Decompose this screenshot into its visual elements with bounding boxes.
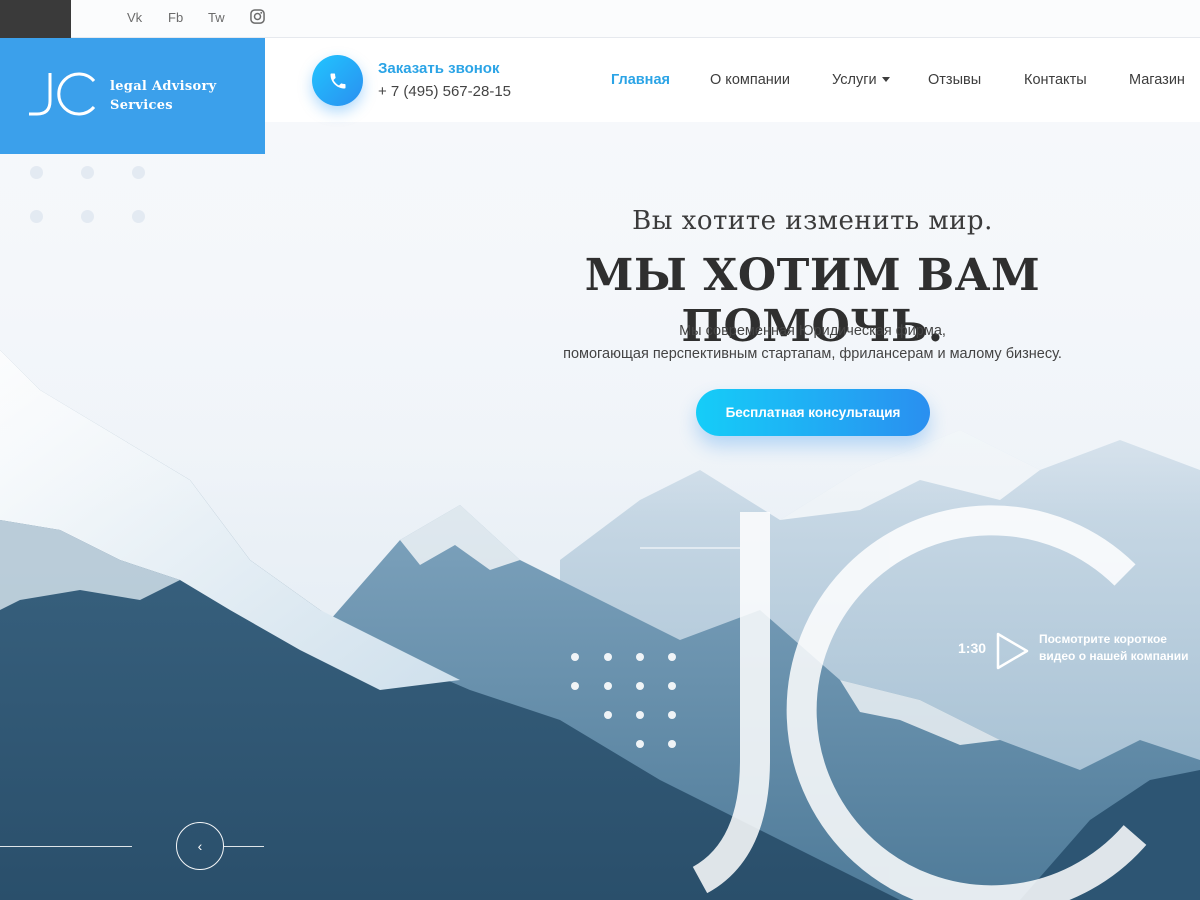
hero-description: Мы современная Юридическая фирма, помога… (500, 320, 1125, 366)
video-duration: 1:30 (958, 640, 987, 656)
chevron-left-icon: ‹ (197, 838, 203, 854)
nav-item-home[interactable]: Главная (611, 72, 670, 88)
social-fb-link[interactable]: Fb (168, 0, 183, 38)
video-caption-line1: Посмотрите короткое (1039, 632, 1167, 646)
nav-item-contacts[interactable]: Контакты (1024, 72, 1087, 88)
logo-text: legal Advisory Services (110, 77, 260, 115)
social-tw-link[interactable]: Tw (208, 0, 225, 38)
hero-subtitle: Вы хотите изменить мир. (632, 206, 993, 236)
slider-prev-button[interactable]: ‹ (176, 822, 224, 870)
video-caption[interactable]: Посмотрите короткое видео о нашей компан… (1039, 631, 1200, 665)
decor-dot (132, 166, 145, 179)
hero-description-line2: помогающая перспективным стартапам, фрил… (563, 346, 1062, 362)
nav-item-about[interactable]: О компании (710, 72, 790, 88)
logo-mark (29, 72, 96, 116)
slider-line (0, 846, 132, 847)
phone-number: + 7 (495) 567-28-15 (378, 83, 512, 100)
logo[interactable]: legal Advisory Services (0, 38, 265, 154)
decor-dot (81, 166, 94, 179)
slider-line (224, 846, 264, 847)
nav-item-shop[interactable]: Магазин (1129, 72, 1185, 88)
play-icon[interactable] (996, 632, 1030, 670)
decor-dot (30, 166, 43, 179)
top-bar: Vk Fb Tw (0, 0, 1200, 38)
instagram-icon[interactable] (250, 9, 265, 25)
logo-text-line1: legal Advisory (110, 79, 217, 94)
logo-text-line2: Services (110, 98, 173, 113)
hero-description-line1: Мы современная Юридическая фирма, (679, 323, 946, 339)
nav-item-services[interactable]: Услуги (832, 72, 890, 88)
decor-dot (81, 210, 94, 223)
callback-link[interactable]: Заказать звонок (378, 60, 499, 77)
nav-item-reviews[interactable]: Отзывы (928, 72, 981, 88)
phone-icon (330, 73, 345, 88)
decor-dot (30, 210, 43, 223)
phone-call-button[interactable] (312, 55, 363, 106)
nav-item-services-label: Услуги (832, 72, 877, 88)
video-caption-line2: видео о нашей компании (1039, 649, 1189, 663)
social-vk-link[interactable]: Vk (127, 0, 142, 38)
top-bar-dark-block (0, 0, 71, 38)
decor-dot (132, 210, 145, 223)
free-consultation-button[interactable]: Бесплатная консультация (696, 389, 930, 436)
chevron-down-icon (881, 76, 890, 82)
